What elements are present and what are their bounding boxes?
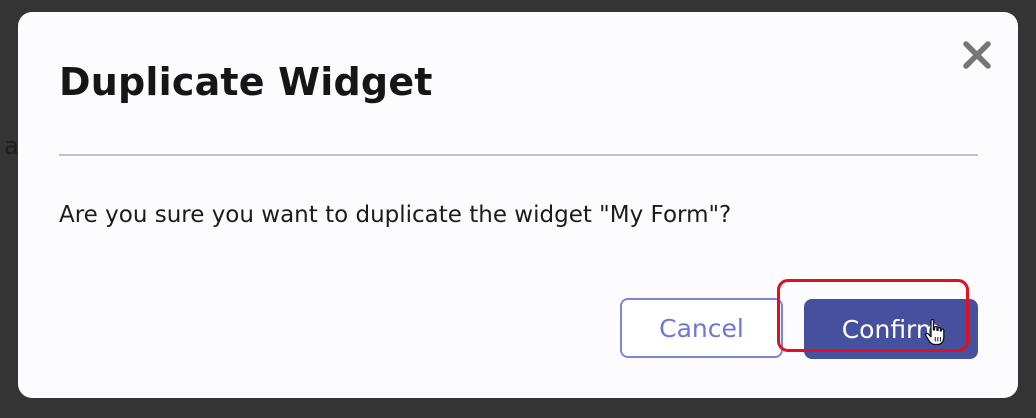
dialog-message: Are you sure you want to duplicate the w… (59, 202, 732, 228)
background-text: a (4, 132, 19, 160)
dialog-title: Duplicate Widget (59, 60, 433, 104)
confirm-button[interactable]: Confirm (804, 299, 978, 359)
title-divider (59, 154, 978, 156)
close-icon (963, 41, 991, 69)
cancel-button[interactable]: Cancel (620, 298, 783, 358)
duplicate-widget-dialog: Duplicate Widget Are you sure you want t… (18, 12, 1018, 398)
close-button[interactable] (962, 40, 992, 70)
